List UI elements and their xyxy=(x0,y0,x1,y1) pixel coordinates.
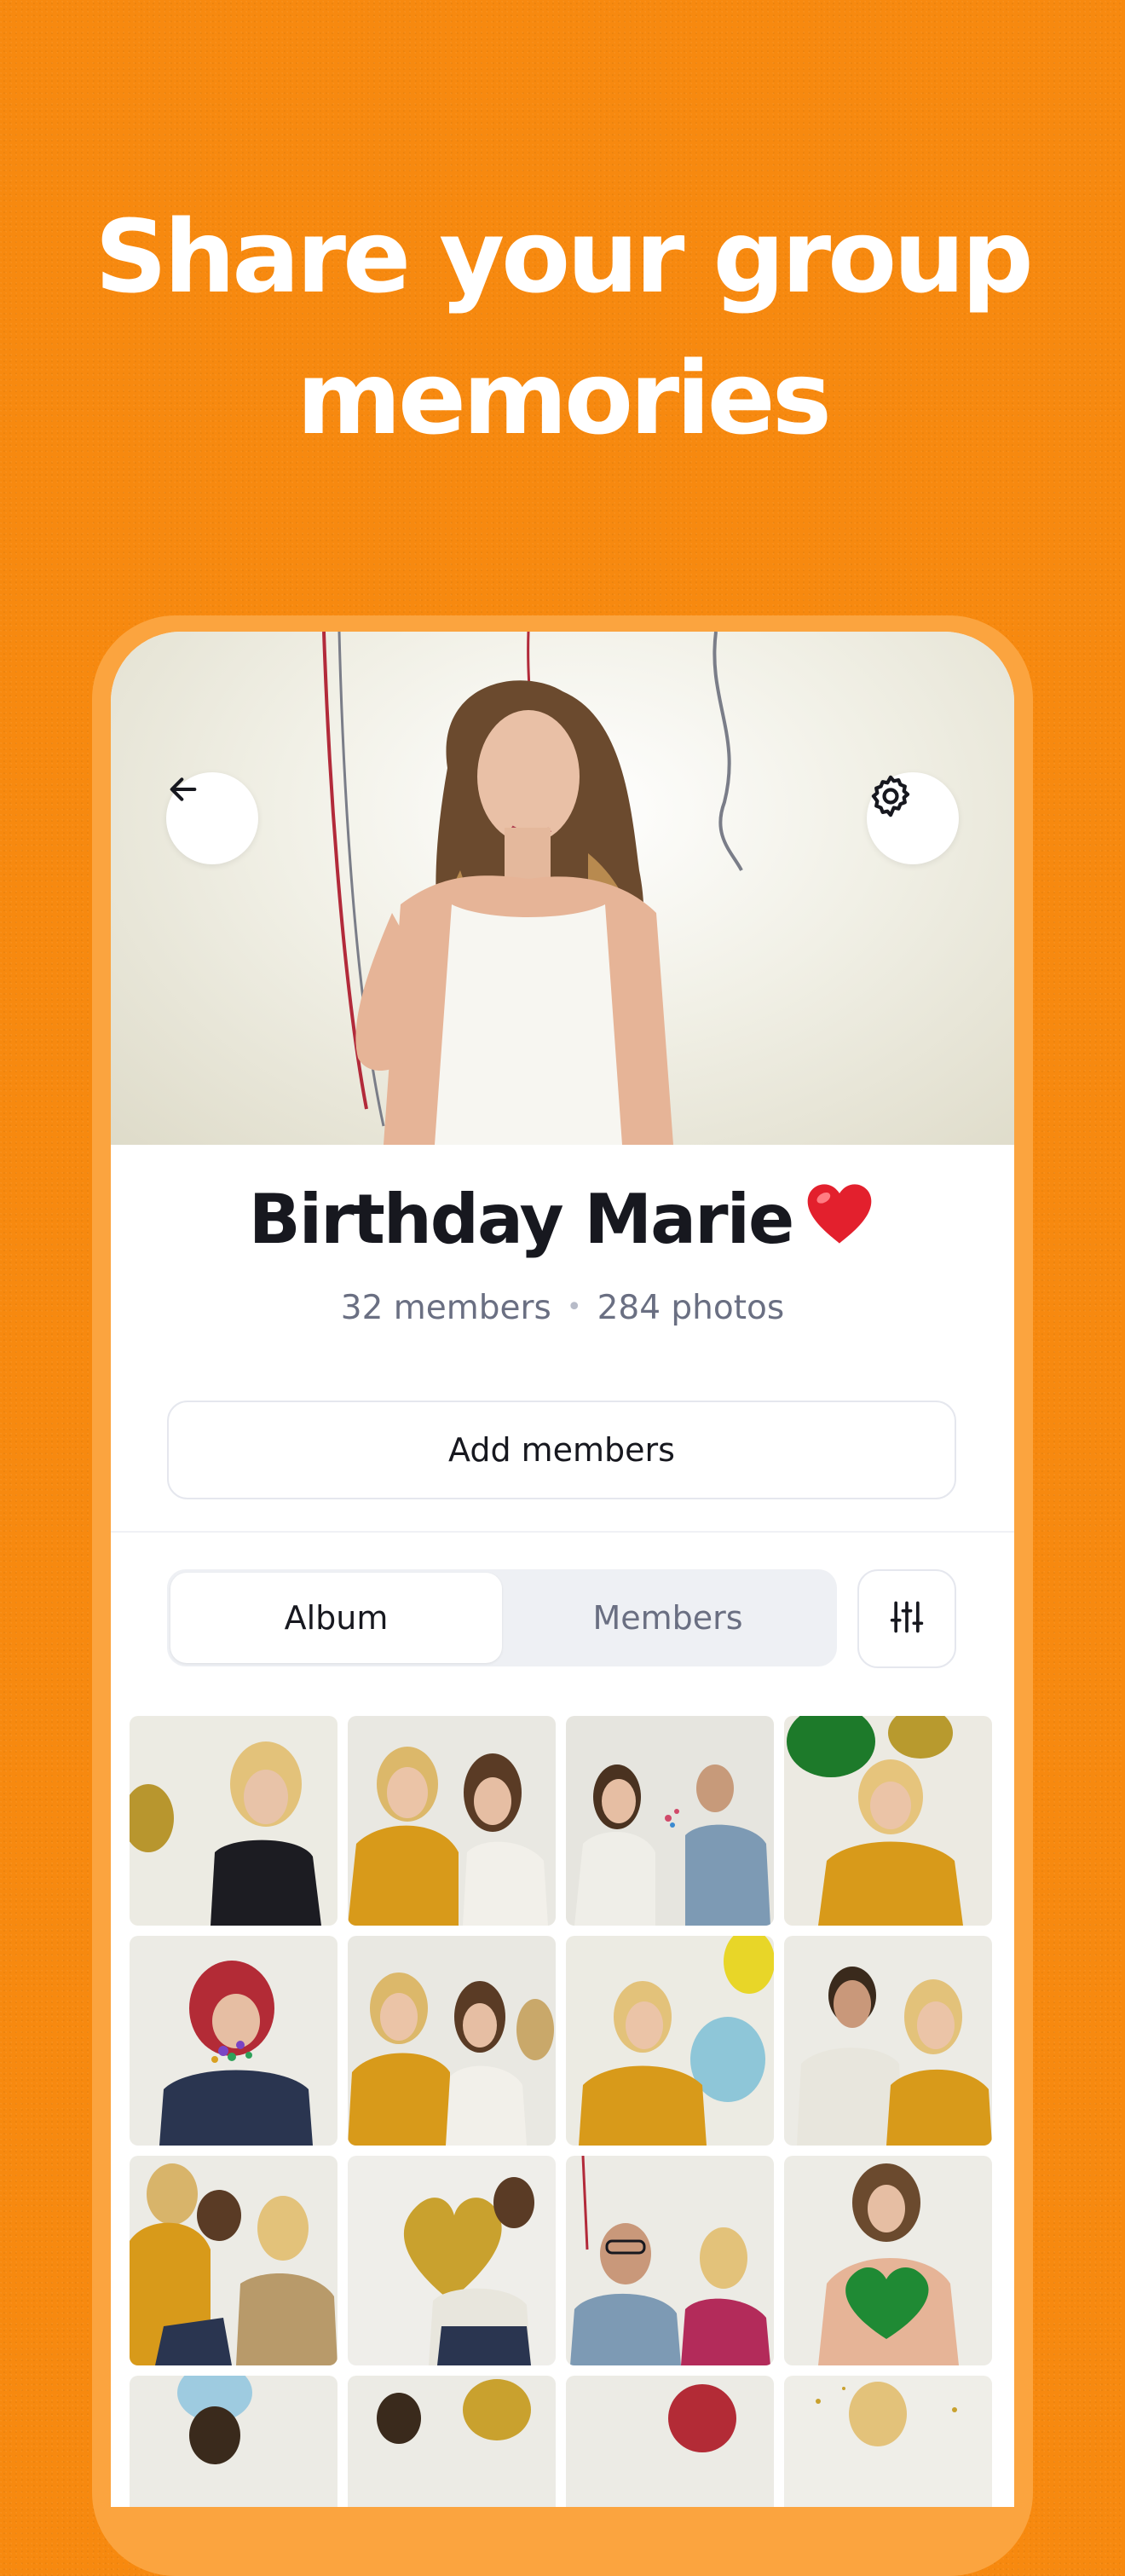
cover-photo xyxy=(111,632,1014,1145)
photo-tile[interactable] xyxy=(784,1716,992,1926)
cover-illustration xyxy=(322,632,743,1145)
photo-tile[interactable] xyxy=(348,1716,556,1926)
photo-tile[interactable] xyxy=(348,2156,556,2365)
tab-album[interactable]: Album xyxy=(170,1573,502,1663)
photo-tile[interactable] xyxy=(566,2376,774,2507)
tab-album-label: Album xyxy=(284,1599,389,1637)
photo-tile[interactable] xyxy=(566,1936,774,2146)
photo-tile[interactable] xyxy=(566,2156,774,2365)
photo-tile[interactable] xyxy=(130,2156,338,2365)
photo-tile[interactable] xyxy=(784,2376,992,2507)
photo-tile[interactable] xyxy=(130,2376,338,2507)
filter-button[interactable] xyxy=(857,1569,956,1668)
photo-tile[interactable] xyxy=(566,1716,774,1926)
photo-tile[interactable] xyxy=(348,1936,556,2146)
photo-tile[interactable] xyxy=(130,1716,338,1926)
group-title: Birthday Marie xyxy=(111,1177,1014,1268)
back-button[interactable] xyxy=(166,772,258,864)
heart-emoji-icon xyxy=(803,1180,876,1268)
settings-button[interactable] xyxy=(867,772,959,864)
photo-tile[interactable] xyxy=(348,2376,556,2507)
group-title-text: Birthday Marie xyxy=(248,1180,795,1259)
tab-members[interactable]: Members xyxy=(502,1573,834,1663)
phone-screen: Birthday Marie 32 members • 284 photos Add… xyxy=(111,632,1014,2507)
photo-tile[interactable] xyxy=(130,1936,338,2146)
photo-tile[interactable] xyxy=(784,2156,992,2365)
view-switcher: Album Members xyxy=(167,1569,837,1666)
members-count: 32 members xyxy=(340,1289,551,1327)
add-members-label: Add members xyxy=(448,1431,675,1469)
headline-line-2: memories xyxy=(297,339,832,457)
section-divider xyxy=(111,1531,1014,1533)
photos-count: 284 photos xyxy=(597,1289,785,1327)
photo-tile[interactable] xyxy=(784,1936,992,2146)
headline-line-1: Share your group xyxy=(95,198,1033,315)
add-members-button[interactable]: Add members xyxy=(167,1401,956,1499)
headline: Share your group memories xyxy=(0,186,1125,469)
meta-separator: • xyxy=(566,1292,582,1322)
sliders-icon xyxy=(888,1598,926,1639)
tab-members-label: Members xyxy=(592,1599,743,1637)
group-meta: 32 members • 284 photos xyxy=(111,1286,1014,1330)
